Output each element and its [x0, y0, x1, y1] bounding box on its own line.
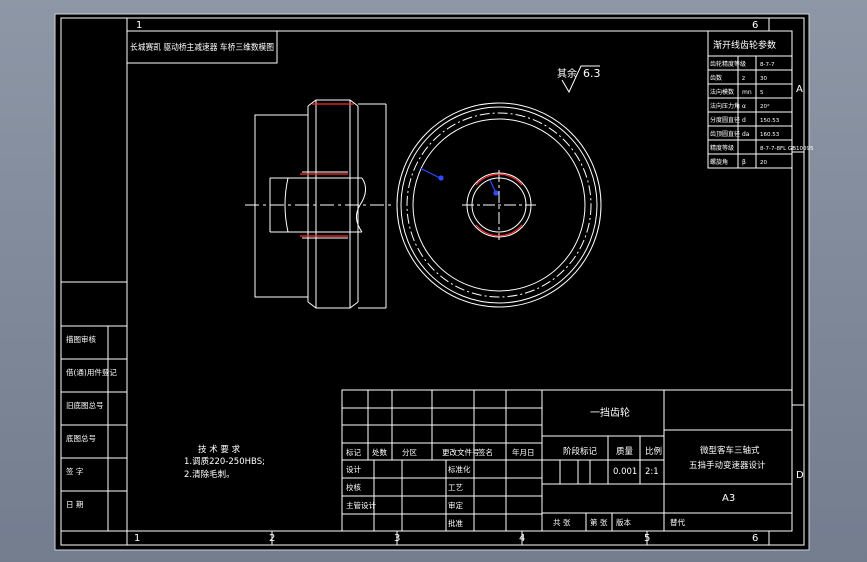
roughness-value: 6.3 [583, 67, 601, 80]
header-note-text: 长城赛凯 驱动桥主减速器 车桥三维数模图 [130, 42, 274, 53]
scale-label: 比例 [645, 446, 662, 457]
tech-req-line-2: 2.清除毛刺。 [184, 469, 235, 480]
gear-param-name: 法向压力角 [710, 102, 740, 110]
weight-value: 0.001 [613, 467, 637, 477]
gear-param-row: 精度等级 8-7-7-8FL GB10095 [710, 144, 814, 152]
footer-cell: 版本 [616, 517, 631, 527]
gear-param-symbol: z [742, 75, 745, 82]
zone-right-d: D [796, 470, 804, 481]
zone-bottom-3: 3 [394, 533, 400, 544]
gear-param-name: 齿轮精度等级 [710, 60, 746, 68]
side-panel-label: 日 期 [66, 500, 83, 509]
zone-right-a: A [796, 84, 803, 95]
weight-label: 质量 [616, 446, 634, 457]
gear-param-row: 齿轮精度等级 8-7-7 [710, 60, 775, 68]
gear-param-value: 8-7-7 [760, 62, 775, 68]
role-label: 批准 [448, 518, 463, 528]
gear-param-symbol: da [742, 131, 750, 138]
gear-param-symbol: α [742, 103, 746, 110]
role-label: 主管设计 [346, 500, 376, 510]
gear-param-name: 分度圆直径 [710, 116, 740, 124]
gear-param-value: 30 [760, 76, 767, 82]
zone-bottom-1: 1 [134, 533, 140, 544]
zone-bottom-2: 2 [269, 533, 275, 544]
gear-param-value: 8-7-7-8FL GB10095 [760, 146, 814, 152]
footer-cell: 共 张 [553, 518, 571, 527]
sheet-size: A3 [722, 493, 735, 504]
revision-header: 签名 [478, 447, 493, 457]
revision-header: 更改文件号 [442, 447, 480, 457]
part-name: 一挡齿轮 [590, 406, 630, 419]
gear-param-name: 齿数 [710, 74, 722, 82]
zone-bottom-5: 5 [644, 533, 650, 544]
zone-bottom-6: 6 [752, 533, 758, 544]
footer-cell: 第 张 [590, 517, 608, 527]
roughness-label: 其余 [557, 67, 577, 80]
revision-header: 分区 [402, 448, 417, 457]
role-label: 审定 [448, 500, 463, 510]
revision-header: 年月日 [512, 447, 535, 457]
gear-param-name: 精度等级 [710, 144, 734, 152]
side-panel-label: 底图总号 [66, 433, 96, 443]
zone-top-6: 6 [752, 20, 758, 31]
project-line-1: 微型客车三轴式 [700, 445, 760, 456]
cad-drawing-canvas: 1 6 1 2 3 4 5 6 A D 长城赛凯 驱动桥主减速器 车桥三维数模图… [54, 13, 814, 551]
tech-req-title: 技 术 要 求 [198, 444, 241, 455]
gear-param-name: 齿顶圆直径 [710, 130, 740, 138]
zone-top-1: 1 [136, 20, 142, 31]
side-panel-label: 签 字 [66, 466, 83, 476]
gear-param-row: 法向压力角 α 20° [710, 102, 770, 110]
gear-param-row: 齿顶圆直径 da 160.53 [710, 130, 780, 138]
role-label: 设计 [346, 464, 361, 474]
stage-mark-label: 阶段标记 [563, 446, 598, 457]
gear-params-title: 渐开线齿轮参数 [713, 39, 776, 51]
gear-param-value: 150.53 [760, 118, 780, 124]
gear-param-symbol: d [742, 117, 746, 124]
scale-value: 2:1 [645, 467, 659, 477]
gear-param-symbol: β [742, 159, 746, 166]
tech-req-line-1: 1.调质220-250HBS; [184, 456, 265, 467]
gear-param-value: 160.53 [760, 132, 780, 138]
side-panel-label: 借(通)用件登记 [66, 367, 117, 377]
zone-bottom-4: 4 [519, 533, 525, 544]
role-label: 标准化 [448, 464, 471, 474]
gear-param-value: 20° [760, 104, 770, 110]
project-line-2: 五挡手动变速器设计 [689, 460, 766, 471]
side-panel-label: 描图审核 [66, 334, 96, 344]
role-label: 工艺 [448, 483, 463, 492]
gear-param-name: 螺旋角 [710, 158, 728, 166]
footer-cell: 替代 [670, 517, 685, 527]
role-label: 校核 [346, 482, 361, 492]
gear-param-value: 20 [760, 160, 767, 166]
side-panel-label: 旧底图总号 [66, 400, 104, 410]
gear-param-row: 分度圆直径 d 150.53 [710, 116, 780, 124]
revision-header: 标记 [346, 447, 361, 457]
gear-param-symbol: mn [742, 89, 752, 96]
gear-param-name: 法向模数 [710, 88, 734, 96]
revision-header: 处数 [372, 447, 387, 457]
gear-param-value: 5 [760, 90, 764, 96]
